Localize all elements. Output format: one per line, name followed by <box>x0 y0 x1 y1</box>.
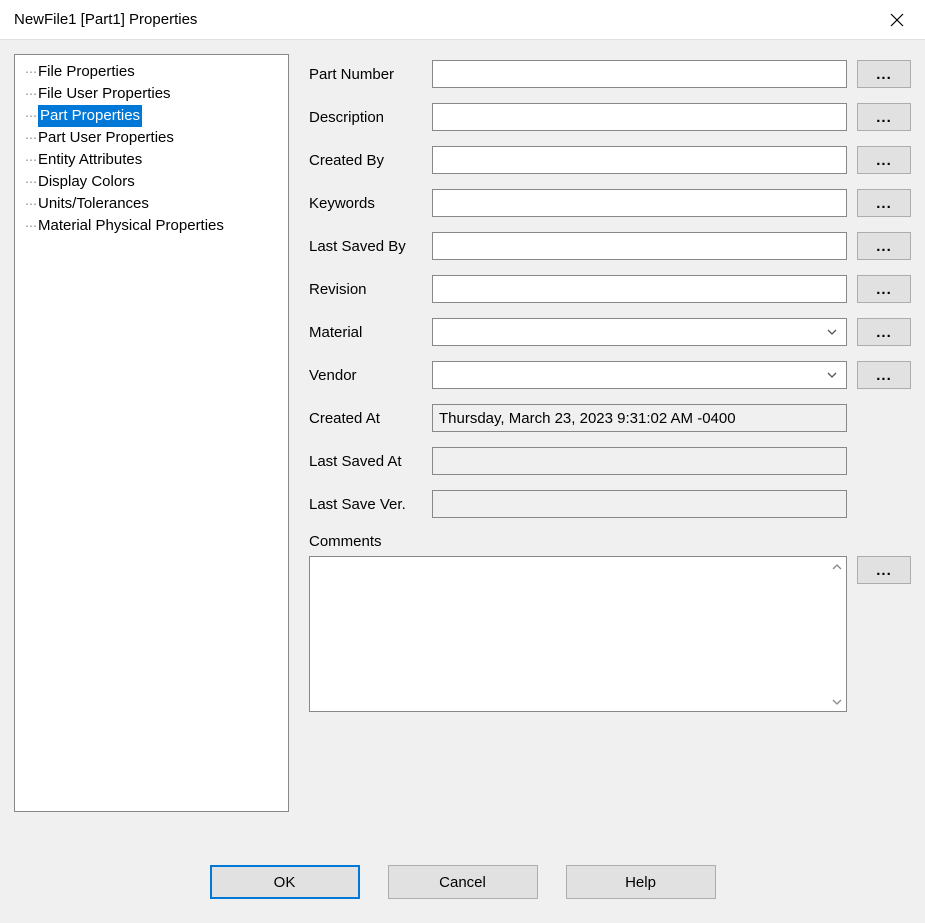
last-saved-by-input[interactable] <box>432 232 847 260</box>
comments-browse-button[interactable]: ... <box>857 556 911 584</box>
window-title: NewFile1 [Part1] Properties <box>14 11 197 28</box>
close-icon <box>890 13 904 27</box>
tree-connector-icon: ⋯ <box>25 193 37 215</box>
scrollbar[interactable] <box>827 557 846 711</box>
comments-box <box>309 556 847 712</box>
content-area: ⋯File Properties ⋯File User Properties ⋯… <box>0 40 925 841</box>
form-panel: Part Number ... Description ... Created … <box>309 54 911 841</box>
keywords-input[interactable] <box>432 189 847 217</box>
keywords-label: Keywords <box>309 195 422 212</box>
vendor-combo[interactable] <box>432 361 847 389</box>
part-number-browse-button[interactable]: ... <box>857 60 911 88</box>
created-by-input[interactable] <box>432 146 847 174</box>
keywords-browse-button[interactable]: ... <box>857 189 911 217</box>
part-number-input[interactable] <box>432 60 847 88</box>
last-saved-at-field <box>432 447 847 475</box>
tree-item-part-user-properties[interactable]: ⋯Part User Properties <box>19 127 284 149</box>
created-by-browse-button[interactable]: ... <box>857 146 911 174</box>
description-browse-button[interactable]: ... <box>857 103 911 131</box>
material-label: Material <box>309 324 422 341</box>
comments-textarea[interactable] <box>310 557 826 711</box>
created-at-field <box>432 404 847 432</box>
tree-connector-icon: ⋯ <box>25 61 37 83</box>
vendor-browse-button[interactable]: ... <box>857 361 911 389</box>
scroll-down-icon[interactable] <box>827 692 846 711</box>
cancel-button[interactable]: Cancel <box>388 865 538 899</box>
material-browse-button[interactable]: ... <box>857 318 911 346</box>
material-combo[interactable] <box>432 318 847 346</box>
tree-connector-icon: ⋯ <box>25 105 37 127</box>
tree-item-part-properties[interactable]: ⋯Part Properties <box>19 105 284 127</box>
tree-item-entity-attributes[interactable]: ⋯Entity Attributes <box>19 149 284 171</box>
last-save-ver-field <box>432 490 847 518</box>
revision-input[interactable] <box>432 275 847 303</box>
last-saved-at-label: Last Saved At <box>309 453 422 470</box>
last-saved-by-browse-button[interactable]: ... <box>857 232 911 260</box>
help-button[interactable]: Help <box>566 865 716 899</box>
titlebar: NewFile1 [Part1] Properties <box>0 0 925 40</box>
category-tree: ⋯File Properties ⋯File User Properties ⋯… <box>14 54 289 812</box>
description-label: Description <box>309 109 422 126</box>
last-save-ver-label: Last Save Ver. <box>309 496 422 513</box>
tree-item-units-tolerances[interactable]: ⋯Units/Tolerances <box>19 193 284 215</box>
created-by-label: Created By <box>309 152 422 169</box>
created-at-label: Created At <box>309 410 422 427</box>
tree-item-file-user-properties[interactable]: ⋯File User Properties <box>19 83 284 105</box>
revision-browse-button[interactable]: ... <box>857 275 911 303</box>
last-saved-by-label: Last Saved By <box>309 238 422 255</box>
tree-item-file-properties[interactable]: ⋯File Properties <box>19 61 284 83</box>
tree-item-material-physical-properties[interactable]: ⋯Material Physical Properties <box>19 215 284 237</box>
button-bar: OK Cancel Help <box>0 841 925 923</box>
tree-connector-icon: ⋯ <box>25 127 37 149</box>
tree-connector-icon: ⋯ <box>25 149 37 171</box>
ok-button[interactable]: OK <box>210 865 360 899</box>
properties-dialog: NewFile1 [Part1] Properties ⋯File Proper… <box>0 0 925 923</box>
tree-connector-icon: ⋯ <box>25 215 37 237</box>
scroll-up-icon[interactable] <box>827 557 846 576</box>
chevron-down-icon <box>826 369 838 381</box>
tree-connector-icon: ⋯ <box>25 83 37 105</box>
close-button[interactable] <box>877 0 917 40</box>
part-number-label: Part Number <box>309 66 422 83</box>
tree-item-display-colors[interactable]: ⋯Display Colors <box>19 171 284 193</box>
revision-label: Revision <box>309 281 422 298</box>
tree-connector-icon: ⋯ <box>25 171 37 193</box>
chevron-down-icon <box>826 326 838 338</box>
comments-label: Comments <box>309 533 911 550</box>
description-input[interactable] <box>432 103 847 131</box>
vendor-label: Vendor <box>309 367 422 384</box>
